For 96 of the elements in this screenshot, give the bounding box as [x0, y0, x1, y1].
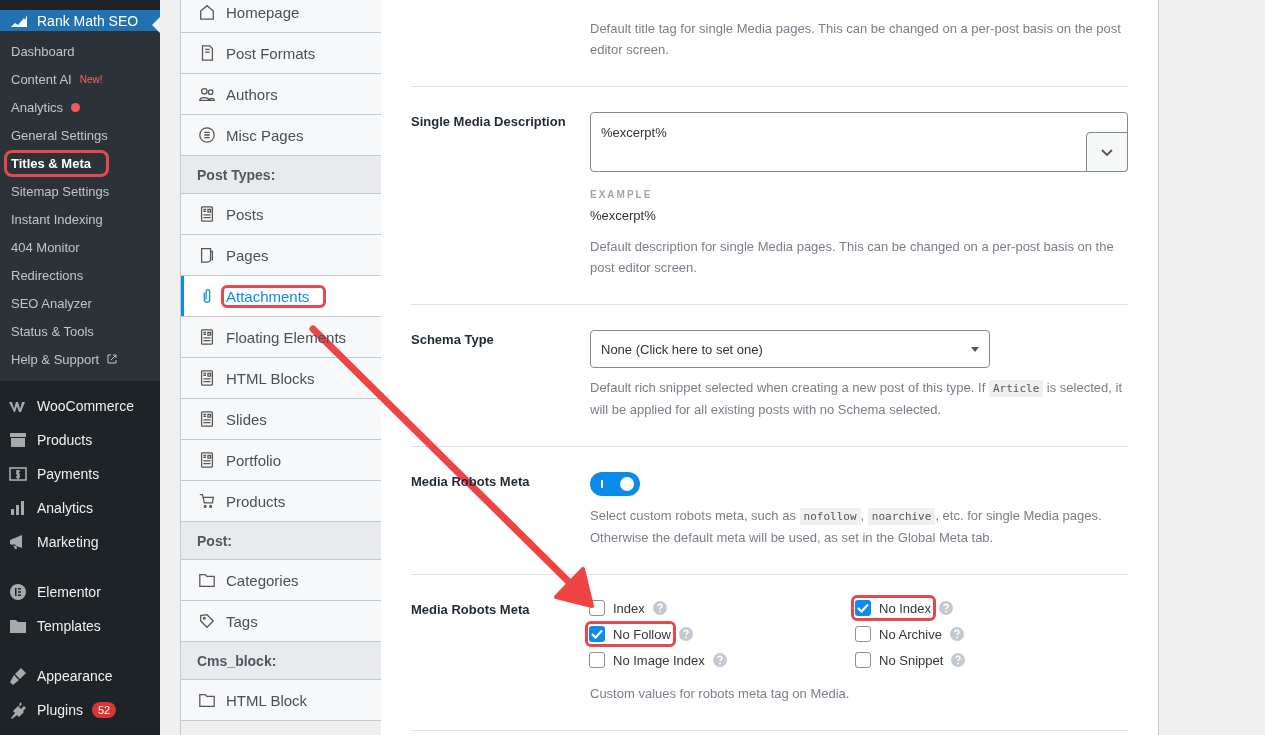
checkbox[interactable]	[855, 626, 871, 642]
folder-icon	[198, 571, 216, 589]
field-description: Custom values for robots meta tag on Media.	[590, 685, 851, 703]
settings-nav-item[interactable]: Products	[181, 481, 381, 522]
submenu-item[interactable]: Analytics	[0, 93, 160, 121]
new-label: New!	[79, 73, 103, 85]
plugin-menu-header[interactable]: Rank Math SEO	[0, 10, 160, 31]
field-description: Default title tag for single Media pages. This can be changed on a per-post basis on the post editor screen.	[590, 20, 1122, 59]
checkbox-label: No Image Index	[613, 652, 705, 668]
help-icon[interactable]	[939, 601, 954, 615]
submenu-item[interactable]: Status & Tools	[0, 317, 160, 345]
submenu-item[interactable]: SEO Analyzer	[0, 289, 160, 317]
submenu-item[interactable]: Content AI New!	[0, 65, 160, 93]
checkbox[interactable]	[589, 626, 605, 642]
checkbox-label: No Index	[879, 600, 932, 616]
post-icon	[198, 410, 216, 428]
field-description: Default rich snippet selected when creating a new post of this type. If Article is selected, it will be applied for all existing posts with no Schema selected.	[590, 379, 1123, 419]
submenu-item[interactable]: Help & Support	[0, 345, 160, 373]
submenu-item[interactable]: 404 Monitor	[0, 233, 160, 261]
checkbox-label: No Archive	[879, 626, 942, 642]
code-snippet: Article	[988, 380, 1044, 397]
submenu-item[interactable]: General Settings	[0, 121, 160, 149]
help-icon[interactable]	[652, 601, 667, 615]
admin-menu-item[interactable]: Payments	[0, 457, 160, 491]
settings-nav-item[interactable]: Slides	[181, 399, 381, 440]
nav-section-heading: Post Types:	[181, 156, 381, 194]
checkbox-label: No Follow	[613, 626, 671, 642]
settings-nav-item[interactable]: HTML Block	[181, 680, 381, 721]
settings-nav-item[interactable]: Attachments	[181, 276, 381, 317]
field-label: Media Robots Meta	[411, 601, 530, 619]
field-description: Select custom robots meta, such as nofollow , noarchive , etc. for single Media pages. Otherwise the default meta will be used, as set in the Global Meta tab.	[590, 507, 1103, 547]
admin-menu-item[interactable]: WooCommerce	[0, 389, 160, 423]
settings-nav-item[interactable]: Pages	[181, 235, 381, 276]
plug-icon	[8, 700, 28, 720]
update-count-badge: 52	[91, 702, 117, 718]
settings-nav-item[interactable]: Posts	[181, 194, 381, 235]
page-icon	[198, 246, 216, 264]
schema-select[interactable]: None (Click here to set one)	[590, 330, 990, 368]
admin-menu-item[interactable]: Products	[0, 423, 160, 457]
help-icon[interactable]	[949, 627, 964, 641]
post-icon	[198, 451, 216, 469]
dropdown-caret-icon	[971, 346, 979, 352]
nav-section-heading: Post:	[181, 522, 381, 560]
settings-nav-item[interactable]: Categories	[181, 560, 381, 601]
code-snippet: nofollow	[799, 508, 861, 525]
field-description: Default description for single Media pages. This can be changed on a per-post basis on the post editor screen.	[590, 238, 1115, 277]
help-icon[interactable]	[712, 653, 727, 667]
field-label: Single Media Description	[411, 113, 566, 131]
post-icon	[198, 205, 216, 223]
house-icon	[198, 3, 216, 21]
settings-nav-item[interactable]: Homepage	[181, 0, 381, 33]
checkbox[interactable]	[855, 652, 871, 668]
checkbox[interactable]	[855, 600, 871, 616]
submenu-item[interactable]: Sitemap Settings	[0, 177, 160, 205]
box-icon	[8, 430, 28, 450]
checkbox-label: Index	[613, 600, 645, 616]
admin-menu-item[interactable]: Elementor	[0, 575, 160, 609]
settings-nav-item[interactable]: Post Formats	[181, 33, 381, 74]
post-icon	[198, 369, 216, 387]
admin-menu-item[interactable]: Appearance	[0, 659, 160, 693]
checkbox[interactable]	[589, 652, 605, 668]
checkmark-icon	[857, 603, 869, 613]
settings-nav-item[interactable]: Tags	[181, 601, 381, 642]
elementor-icon	[8, 582, 28, 602]
description-field[interactable]: %excerpt%	[590, 112, 1128, 172]
nav-section-heading: Cms_block:	[181, 642, 381, 680]
admin-menu-item[interactable]: Marketing	[0, 525, 160, 559]
code-snippet: noarchive	[867, 508, 936, 525]
brush-icon	[8, 666, 28, 686]
admin-menu-item[interactable]: Templates	[0, 609, 160, 643]
folder-icon	[198, 691, 216, 709]
submenu-item[interactable]: Redirections	[0, 261, 160, 289]
settings-nav-item[interactable]: HTML Blocks	[181, 358, 381, 399]
submenu-item[interactable]: Dashboard	[0, 37, 160, 65]
example-label: EXAMPLE	[590, 189, 654, 200]
example-value: %excerpt%	[590, 208, 657, 223]
submenu-item[interactable]: Titles & Meta	[0, 149, 160, 177]
post-icon	[198, 328, 216, 346]
dollar-icon	[8, 464, 28, 484]
settings-nav-item[interactable]: Portfolio	[181, 440, 381, 481]
toggle-switch[interactable]	[590, 472, 640, 496]
help-icon[interactable]	[678, 627, 693, 641]
submenu-item[interactable]: Instant Indexing	[0, 205, 160, 233]
tag-icon	[198, 612, 216, 630]
list-icon	[198, 126, 216, 144]
field-label: Schema Type	[411, 331, 494, 349]
checkbox-label: No Snippet	[879, 652, 944, 668]
admin-menu-item[interactable]: Plugins 52	[0, 693, 160, 727]
help-icon[interactable]	[951, 653, 966, 667]
users-icon	[198, 85, 216, 103]
variables-button[interactable]	[1086, 132, 1128, 172]
settings-nav-item[interactable]: Authors	[181, 74, 381, 115]
settings-nav-item[interactable]: Misc Pages	[181, 115, 381, 156]
cart-icon	[198, 492, 216, 510]
checkmark-icon	[591, 629, 603, 639]
admin-menu-item[interactable]: Analytics	[0, 491, 160, 525]
